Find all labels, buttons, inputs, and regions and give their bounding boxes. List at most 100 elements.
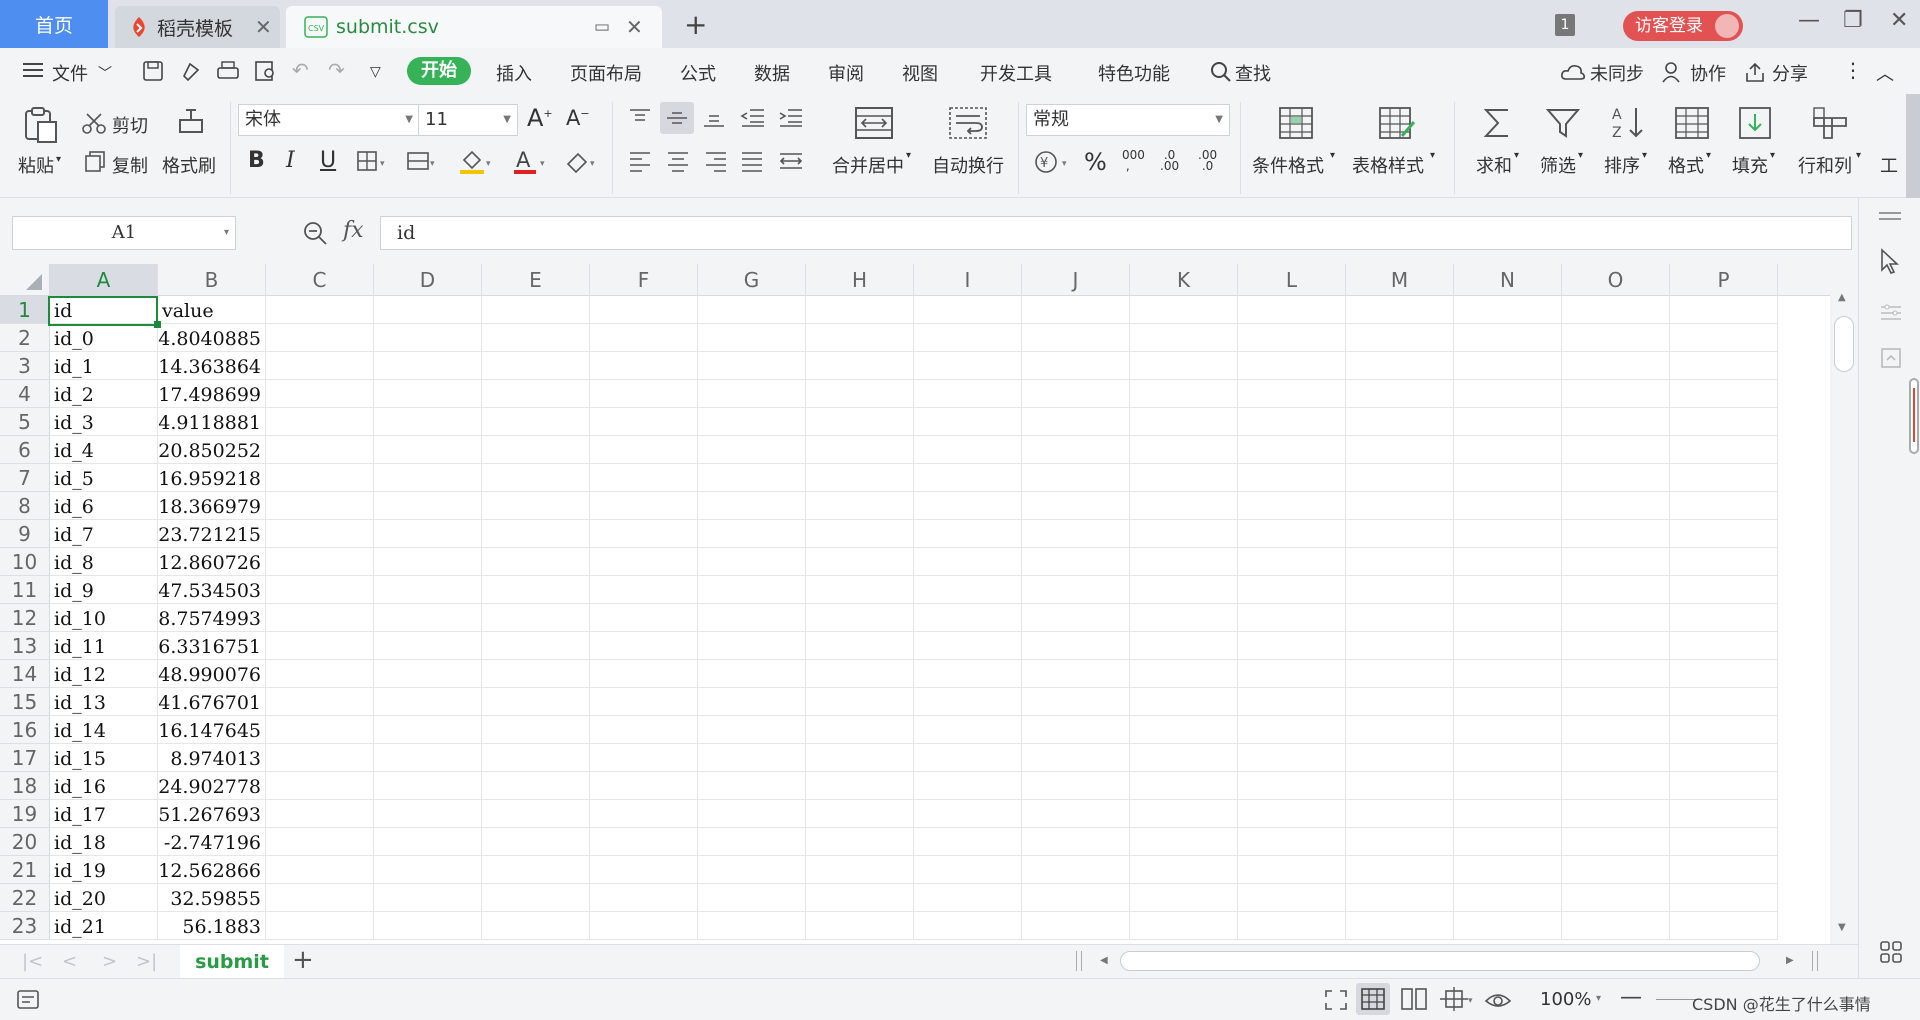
table-cell[interactable]: id_5 xyxy=(50,464,158,492)
table-cell[interactable] xyxy=(374,884,482,912)
table-cell[interactable] xyxy=(1562,772,1670,800)
scroll-thumb[interactable] xyxy=(1834,316,1854,372)
row-header[interactable]: 16 xyxy=(0,716,50,744)
first-sheet-icon[interactable]: |< xyxy=(22,951,43,972)
table-cell[interactable] xyxy=(806,632,914,660)
row-header[interactable]: 1 xyxy=(0,296,50,324)
table-cell[interactable] xyxy=(1022,772,1130,800)
table-cell[interactable] xyxy=(1346,380,1454,408)
table-cell[interactable] xyxy=(1346,548,1454,576)
table-cell[interactable] xyxy=(1454,352,1562,380)
table-cell[interactable] xyxy=(806,352,914,380)
table-cell[interactable]: id_4 xyxy=(50,436,158,464)
table-cell[interactable] xyxy=(914,492,1022,520)
paste-button[interactable]: 粘贴 xyxy=(18,152,54,178)
table-cell[interactable] xyxy=(806,772,914,800)
table-cell[interactable] xyxy=(1022,436,1130,464)
table-cell[interactable] xyxy=(698,716,806,744)
table-cell[interactable] xyxy=(374,828,482,856)
row-header[interactable]: 2 xyxy=(0,324,50,352)
table-cell[interactable] xyxy=(374,632,482,660)
table-cell[interactable] xyxy=(1562,716,1670,744)
row-header[interactable]: 17 xyxy=(0,744,50,772)
table-cell[interactable] xyxy=(1670,548,1778,576)
table-cell[interactable] xyxy=(374,296,482,324)
table-cell[interactable] xyxy=(698,800,806,828)
table-cell[interactable] xyxy=(1022,352,1130,380)
table-cell[interactable] xyxy=(266,604,374,632)
table-cell[interactable] xyxy=(1238,324,1346,352)
table-cell[interactable] xyxy=(1454,296,1562,324)
table-cell[interactable] xyxy=(1670,604,1778,632)
table-cell[interactable] xyxy=(1562,604,1670,632)
login-button[interactable]: 访客登录 xyxy=(1623,11,1743,41)
table-cell[interactable] xyxy=(1130,604,1238,632)
table-cell[interactable] xyxy=(1022,660,1130,688)
add-sheet-icon[interactable]: + xyxy=(292,945,314,975)
format-dropdown-icon[interactable]: ▾ xyxy=(1706,150,1711,161)
page-layout-view-icon[interactable]: ▾ xyxy=(1440,987,1474,1011)
table-cell[interactable] xyxy=(482,800,590,828)
table-cell[interactable] xyxy=(1130,744,1238,772)
table-cell[interactable] xyxy=(1238,576,1346,604)
table-cell[interactable] xyxy=(590,828,698,856)
table-cell[interactable]: id_20 xyxy=(50,884,158,912)
table-cell[interactable]: 51.267693 xyxy=(158,800,266,828)
zoom-out-icon[interactable]: — xyxy=(1620,985,1642,1010)
column-header[interactable]: C xyxy=(266,264,374,296)
cut-button[interactable]: 剪切 xyxy=(112,112,148,138)
table-cell[interactable] xyxy=(1670,436,1778,464)
eraser-icon[interactable]: ▾ xyxy=(564,150,600,174)
filter-dropdown-icon[interactable]: ▾ xyxy=(1578,150,1583,161)
merge-center-icon[interactable] xyxy=(854,106,894,140)
sort-dropdown-icon[interactable]: ▾ xyxy=(1642,150,1647,161)
table-cell[interactable] xyxy=(1238,632,1346,660)
conditional-format-button[interactable]: 条件格式 xyxy=(1252,152,1324,178)
table-cell[interactable] xyxy=(1454,548,1562,576)
spreadsheet-grid[interactable]: ABCDEFGHIJKLMNOP 1 id value 2 id_0 4.8040885 3… xyxy=(0,264,1830,944)
table-cell[interactable] xyxy=(374,520,482,548)
tab-home[interactable]: 首页 xyxy=(0,0,108,48)
table-cell[interactable] xyxy=(914,576,1022,604)
justify-icon[interactable] xyxy=(740,150,764,172)
table-cell[interactable] xyxy=(590,800,698,828)
tab-template[interactable]: 稻壳模板 ✕ xyxy=(115,6,280,48)
table-cell[interactable]: id_9 xyxy=(50,576,158,604)
table-cell[interactable] xyxy=(1346,744,1454,772)
table-cell[interactable] xyxy=(698,744,806,772)
table-cell[interactable] xyxy=(374,548,482,576)
table-cell[interactable] xyxy=(1454,632,1562,660)
minimize-icon[interactable]: — xyxy=(1798,8,1820,33)
table-cell[interactable] xyxy=(806,884,914,912)
table-cell[interactable] xyxy=(698,772,806,800)
row-column-icon[interactable] xyxy=(1812,106,1848,140)
table-cell[interactable] xyxy=(1346,324,1454,352)
table-cell[interactable] xyxy=(590,464,698,492)
table-cell[interactable] xyxy=(1238,296,1346,324)
table-cell[interactable] xyxy=(1562,632,1670,660)
table-cell[interactable] xyxy=(1454,604,1562,632)
table-cell[interactable] xyxy=(374,492,482,520)
table-cell[interactable] xyxy=(1238,520,1346,548)
close-tab-icon[interactable]: ✕ xyxy=(255,15,272,39)
table-cell[interactable] xyxy=(374,800,482,828)
table-cell[interactable] xyxy=(1670,856,1778,884)
table-cell[interactable] xyxy=(482,436,590,464)
merge-center-button[interactable]: 合并居中 xyxy=(832,152,904,178)
fill-color-icon[interactable]: ▾ xyxy=(458,148,494,176)
table-cell[interactable] xyxy=(590,660,698,688)
split-handle[interactable] xyxy=(1076,951,1082,971)
table-cell[interactable]: value xyxy=(158,296,266,324)
table-cell[interactable]: 4.8040885 xyxy=(158,324,266,352)
export-icon[interactable] xyxy=(180,60,202,82)
merge-dropdown-icon[interactable]: ▾ xyxy=(906,150,911,161)
table-cell[interactable] xyxy=(1346,604,1454,632)
row-header[interactable]: 15 xyxy=(0,688,50,716)
table-cell[interactable]: 23.721215 xyxy=(158,520,266,548)
table-cell[interactable]: id_21 xyxy=(50,912,158,940)
table-cell[interactable] xyxy=(1454,408,1562,436)
table-cell[interactable] xyxy=(1238,856,1346,884)
table-cell[interactable] xyxy=(698,856,806,884)
table-cell[interactable] xyxy=(1238,604,1346,632)
scissors-icon[interactable] xyxy=(82,112,106,134)
